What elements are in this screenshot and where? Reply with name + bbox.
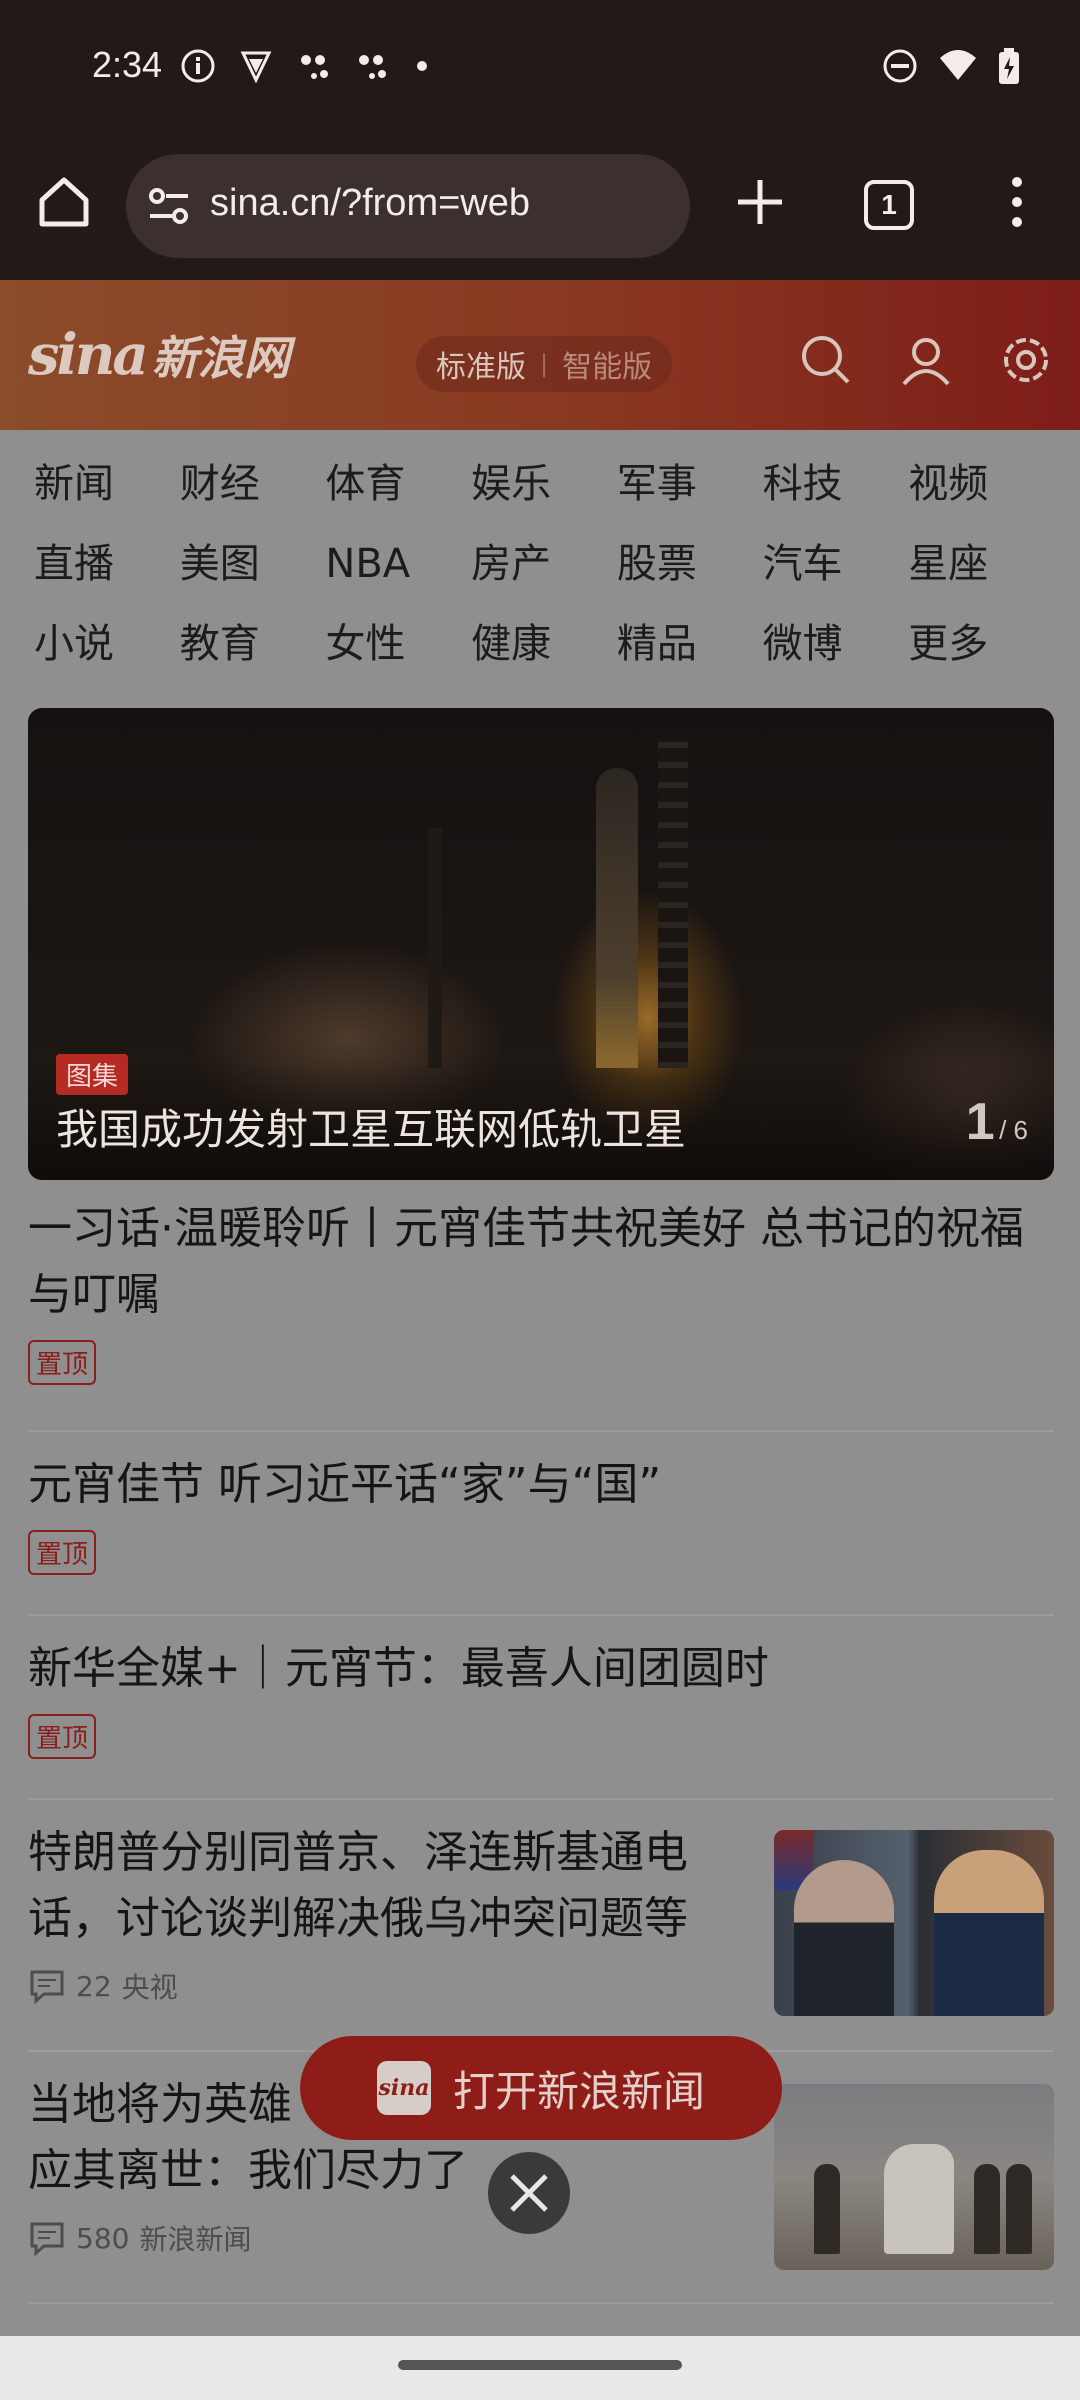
hero-image-rocket [596, 768, 638, 1068]
version-toggle[interactable]: 标准版 | 智能版 [416, 336, 673, 392]
wifi-icon [940, 50, 976, 80]
category-item[interactable]: 体育 [325, 456, 471, 512]
system-nav-bar [0, 2336, 1080, 2400]
category-item[interactable]: NBA [325, 536, 471, 592]
category-item[interactable]: 星座 [908, 536, 1054, 592]
notification-icons [180, 48, 432, 84]
news-item[interactable]: 一习话·温暖聆听丨元宵佳节共祝美好 总书记的祝福与叮嘱 置顶 [28, 1196, 1054, 1432]
news-title[interactable]: 一习话·温暖聆听丨元宵佳节共祝美好 总书记的祝福与叮嘱 [28, 1196, 1054, 1328]
news-source: 央视 [121, 1971, 178, 2004]
news-item[interactable]: 元宵佳节 听习近平话“家”与“国” 置顶 [28, 1452, 1054, 1616]
thumbnail-person [1006, 2164, 1032, 2254]
site-settings-icon[interactable] [148, 186, 190, 226]
category-nav: 新闻 财经 体育 娱乐 军事 科技 视频 直播 美图 NBA 房产 股票 汽车 … [0, 430, 1080, 710]
category-item[interactable]: 小说 [34, 616, 180, 672]
pinned-badge: 置顶 [28, 1714, 97, 1759]
url-bar[interactable]: sina.cn/?from=web [126, 154, 690, 258]
news-title[interactable]: 特朗普分别同普京、泽连斯基通电话，讨论谈判解决俄乌冲突问题等 [28, 1820, 748, 1952]
vpn-shield-icon [240, 51, 272, 84]
thumbnail-person [814, 2164, 840, 2254]
category-item[interactable]: 健康 [471, 616, 617, 672]
mode-standard[interactable]: 标准版 [436, 342, 526, 386]
dot-icon [417, 61, 427, 71]
comment-count: 580 [76, 2221, 130, 2255]
mode-separator: | [540, 350, 549, 378]
news-thumbnail[interactable] [774, 1830, 1054, 2016]
tab-switcher-button[interactable]: 1 [864, 180, 914, 230]
more-menu-icon[interactable] [1002, 172, 1032, 232]
browser-toolbar: sina.cn/?from=web 1 [0, 136, 1080, 280]
status-bar: 2:34 [0, 0, 1080, 136]
mode-smart[interactable]: 智能版 [562, 342, 652, 386]
comment-count: 22 [76, 1969, 112, 2003]
hero-title[interactable]: 我国成功发射卫星互联网低轨卫星 [56, 1096, 686, 1157]
category-item[interactable]: 美图 [180, 536, 326, 592]
comment-icon [30, 2222, 64, 2256]
home-gesture-handle[interactable] [398, 2360, 682, 2370]
category-item[interactable]: 教育 [180, 616, 326, 672]
status-time: 2:34 [92, 44, 163, 85]
slide-current: 1 [965, 1093, 995, 1151]
thumbnail-person [934, 1850, 1044, 2016]
news-thumbnail[interactable] [774, 2084, 1054, 2270]
sina-app-logo: sina [376, 2061, 431, 2115]
news-title[interactable]: 元宵佳节 听习近平话“家”与“国” [28, 1452, 1054, 1518]
news-item[interactable]: 新华全媒+｜元宵节：最喜人间团圆时 置顶 [28, 1636, 1054, 1800]
assistant-icon [301, 55, 328, 79]
pinned-badge: 置顶 [28, 1530, 97, 1575]
open-app-label[interactable]: 打开新浪新闻 [453, 2058, 705, 2119]
hero-carousel[interactable]: 图集 我国成功发射卫星互联网低轨卫星 1 / 6 [28, 708, 1054, 1180]
close-icon[interactable] [488, 2152, 570, 2234]
hero-image-tower [428, 828, 442, 1068]
category-item[interactable]: 女性 [325, 616, 471, 672]
category-item[interactable]: 军事 [617, 456, 763, 512]
info-icon [181, 49, 215, 83]
system-icons [882, 48, 1020, 84]
battery-icon [999, 48, 1019, 84]
new-tab-icon[interactable] [730, 172, 790, 232]
thumbnail-person [974, 2164, 1000, 2254]
gallery-badge: 图集 [56, 1054, 129, 1095]
sina-logo[interactable]: sina 新浪网 [28, 320, 290, 390]
search-icon[interactable] [796, 330, 856, 390]
category-item[interactable]: 精品 [617, 616, 763, 672]
category-item[interactable]: 房产 [471, 536, 617, 592]
url-text[interactable]: sina.cn/?from=web [210, 182, 530, 225]
category-item[interactable]: 微博 [763, 616, 909, 672]
category-item[interactable]: 娱乐 [471, 456, 617, 512]
category-item[interactable]: 新闻 [34, 456, 180, 512]
sina-header: sina 新浪网 标准版 | 智能版 [0, 280, 1080, 430]
news-item[interactable]: 特朗普分别同普京、泽连斯基通电话，讨论谈判解决俄乌冲突问题等 22 央视 [28, 1820, 1054, 2052]
category-item[interactable]: 股票 [617, 536, 763, 592]
user-icon[interactable] [896, 330, 956, 390]
open-sina-news-button[interactable]: sina 打开新浪新闻 [300, 2036, 782, 2140]
category-item[interactable]: 财经 [180, 456, 326, 512]
slide-counter: 1 / 6 [966, 1092, 1028, 1152]
settings-gear-icon[interactable] [996, 330, 1056, 390]
slide-total: / 6 [999, 1115, 1028, 1145]
close-banner-button[interactable] [488, 2152, 570, 2234]
sina-logo-chinese: 新浪网 [151, 331, 290, 385]
dnd-icon [883, 49, 917, 83]
hero-image-launch-tower [658, 738, 688, 1068]
assistant-icon-2 [359, 55, 386, 79]
sina-logo-latin: sina [28, 322, 149, 388]
category-item[interactable]: 汽车 [763, 536, 909, 592]
category-item[interactable]: 更多 [908, 616, 1054, 672]
thumbnail-horse [884, 2144, 954, 2254]
thumbnail-person [794, 1860, 894, 2016]
category-item[interactable]: 视频 [908, 456, 1054, 512]
comment-icon [30, 1970, 64, 2004]
news-source: 新浪新闻 [139, 2223, 252, 2256]
news-title-line[interactable]: 应其离世：我们尽力了 [28, 2138, 748, 2204]
category-item[interactable]: 直播 [34, 536, 180, 592]
pinned-badge: 置顶 [28, 1340, 97, 1385]
news-title[interactable]: 新华全媒+｜元宵节：最喜人间团圆时 [28, 1636, 1054, 1702]
home-icon[interactable] [34, 172, 94, 232]
category-item[interactable]: 科技 [763, 456, 909, 512]
